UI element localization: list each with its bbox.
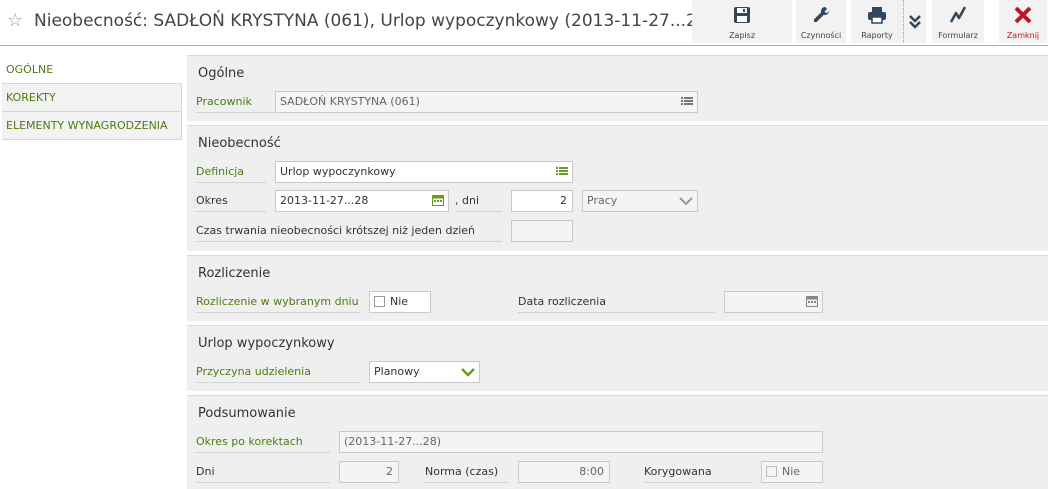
close-button[interactable]: Zamknij <box>999 0 1047 43</box>
summary-days-field[interactable]: 2 <box>339 461 399 483</box>
norm-field[interactable]: 8:00 <box>518 461 610 483</box>
section-title: Urlop wypoczynkowy <box>198 336 335 351</box>
nav-item-corrections[interactable]: KOREKTY <box>2 84 182 112</box>
settle-date-field[interactable] <box>724 291 823 313</box>
header: ☆ Nieobecność: SADŁOŃ KRYSTYNA (061), Ur… <box>0 0 1048 46</box>
section-title: Ogólne <box>198 66 245 81</box>
section-settlement: Rozliczenie Rozliczenie w wybranym dniu … <box>187 255 1048 321</box>
reason-value: Planowy <box>374 365 420 378</box>
form-label: Formularz <box>938 31 978 40</box>
nav-item-pay-elements[interactable]: ELEMENTY WYNAGRODZENIA <box>2 112 182 140</box>
section-general: Ogólne Pracownik SADŁOŃ KRYSTYNA (061) <box>187 55 1048 121</box>
days-value: 2 <box>560 194 567 207</box>
period-value: 2013-11-27...28 <box>280 194 369 207</box>
list-icon[interactable] <box>681 95 693 107</box>
settle-on-day-value: Nie <box>390 295 409 308</box>
left-nav: OGÓLNE KOREKTY ELEMENTY WYNAGRODZENIA <box>2 56 182 140</box>
period-field[interactable]: 2013-11-27...28 <box>275 190 449 212</box>
close-icon <box>1014 6 1032 24</box>
reason-label: Przyczyna udzielenia <box>196 361 360 383</box>
corrected-checkbox[interactable]: Nie <box>761 461 823 483</box>
checkbox-box[interactable] <box>766 466 777 477</box>
section-vacation: Urlop wypoczynkowy Przyczyna udzielenia … <box>187 325 1048 391</box>
reason-select[interactable]: Planowy <box>369 361 480 383</box>
more-button[interactable] <box>903 0 926 43</box>
employee-field[interactable]: SADŁOŃ KRYSTYNA (061) <box>275 91 698 113</box>
calendar-icon[interactable] <box>432 194 444 206</box>
checkbox-box[interactable] <box>374 296 385 307</box>
star-icon[interactable]: ☆ <box>7 11 23 31</box>
settle-on-day-label: Rozliczenie w wybranym dniu <box>196 291 360 313</box>
norm-value: 8:00 <box>579 465 604 478</box>
definition-label: Definicja <box>196 161 266 183</box>
chevron-double-down-icon <box>909 15 921 29</box>
section-title: Podsumowanie <box>198 406 296 421</box>
settle-date-label: Data rozliczenia <box>518 291 715 313</box>
section-title: Rozliczenie <box>198 266 271 281</box>
settle-on-day-checkbox[interactable]: Nie <box>369 291 431 313</box>
chevron-down-icon <box>679 197 693 206</box>
save-button[interactable]: Zapisz <box>692 0 792 43</box>
form-button[interactable]: Formularz <box>932 0 984 43</box>
employee-label: Pracownik <box>196 91 276 113</box>
employee-value: SADŁOŃ KRYSTYNA (061) <box>280 95 420 108</box>
list-icon[interactable] <box>556 165 568 177</box>
close-label: Zamknij <box>1006 31 1040 40</box>
days-type-select[interactable]: Pracy <box>582 190 698 212</box>
calendar-icon[interactable] <box>806 295 818 307</box>
definition-field[interactable]: Urlop wypoczynkowy <box>275 161 573 183</box>
summary-days-value: 2 <box>386 465 393 478</box>
section-summary: Podsumowanie Okres po korektach (2013-11… <box>187 395 1048 489</box>
days-label: , dni <box>455 190 502 212</box>
norm-label: Norma (czas) <box>425 461 509 483</box>
page-title: Nieobecność: SADŁOŃ KRYSTYNA (061), Urlo… <box>34 11 715 31</box>
summary-period-field[interactable]: (2013-11-27...28) <box>339 431 823 453</box>
chevron-down-icon <box>461 368 475 377</box>
wrench-icon <box>814 7 829 22</box>
actions-label: Czynności <box>800 31 842 40</box>
section-title: Nieobecność <box>198 136 281 151</box>
corrected-label: Korygowana <box>644 461 752 483</box>
short-absence-label: Czas trwania nieobecności krótszej niż j… <box>196 220 502 242</box>
printer-icon <box>868 7 886 24</box>
form-icon <box>949 6 967 23</box>
period-label: Okres <box>196 190 266 212</box>
summary-period-value: (2013-11-27...28) <box>344 435 441 448</box>
summary-period-label: Okres po korektach <box>196 431 330 453</box>
days-field[interactable]: 2 <box>511 190 573 212</box>
nav-item-general[interactable]: OGÓLNE <box>2 56 182 84</box>
section-absence: Nieobecność Definicja Urlop wypoczynkowy… <box>187 125 1048 251</box>
summary-days-label: Dni <box>196 461 330 483</box>
corrected-value: Nie <box>782 465 801 478</box>
save-icon <box>734 7 750 23</box>
reports-label: Raporty <box>861 31 893 40</box>
short-absence-field[interactable] <box>511 220 573 242</box>
days-type-value: Pracy <box>587 194 618 207</box>
actions-button[interactable]: Czynności <box>796 0 846 43</box>
save-label: Zapisz <box>728 31 756 40</box>
definition-value: Urlop wypoczynkowy <box>280 165 396 178</box>
reports-button[interactable]: Raporty <box>851 0 903 43</box>
